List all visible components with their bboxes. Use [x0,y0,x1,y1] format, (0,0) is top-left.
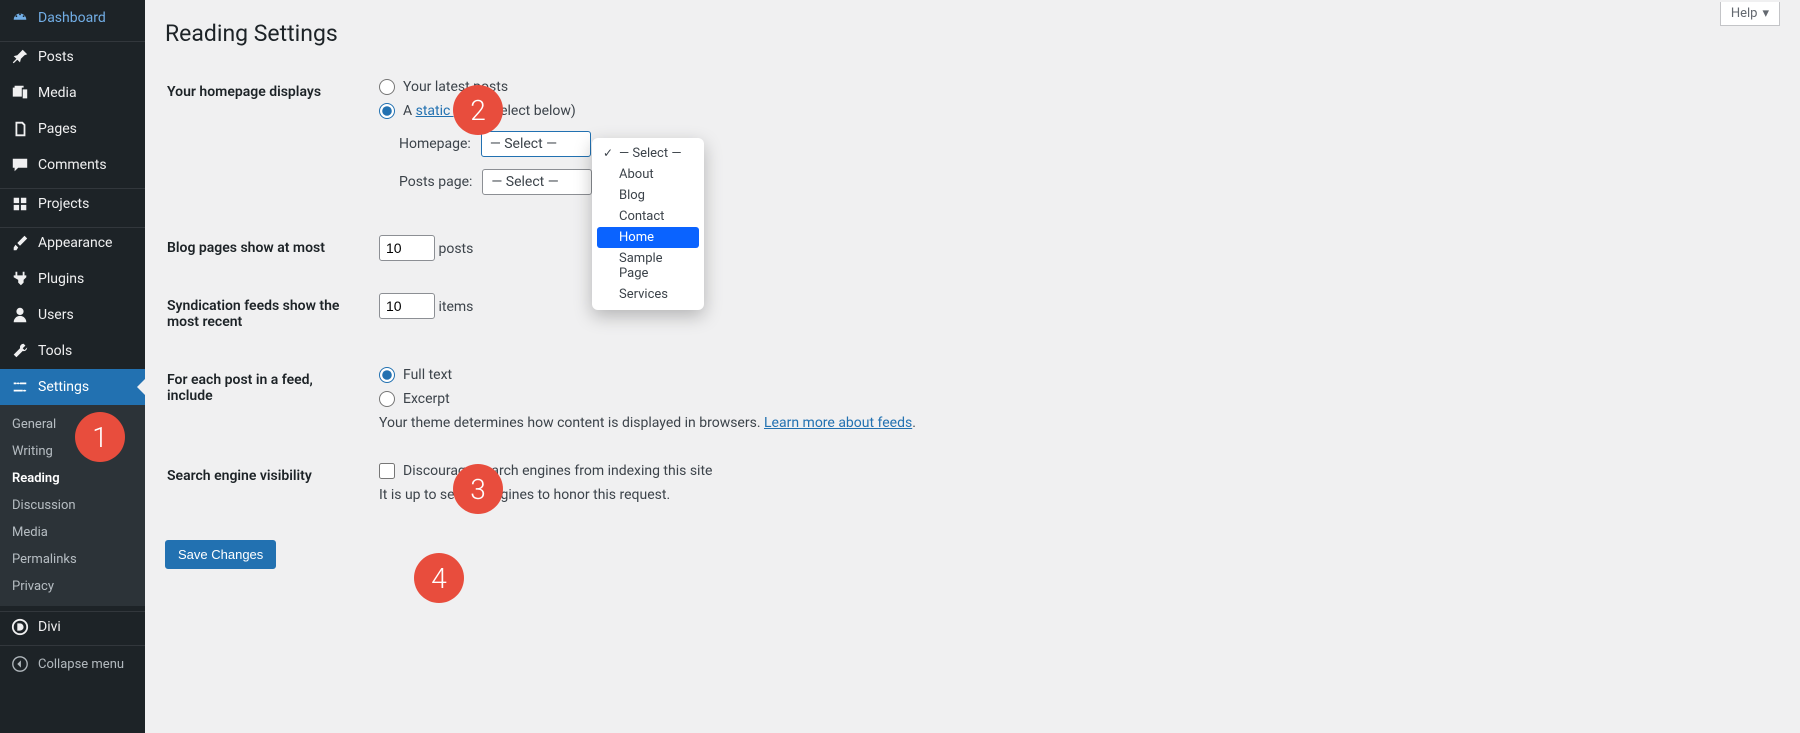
dropdown-option-select[interactable]: — Select — [597,143,699,164]
chevron-down-icon: ▾ [1762,6,1769,21]
sidebar-item-posts[interactable]: Posts [0,41,145,75]
radio-excerpt-label: Excerpt [403,391,450,407]
wrench-icon [10,341,30,361]
annotation-badge-1: 1 [75,412,125,462]
annotation-badge-2: 2 [453,85,503,135]
posts-page-select[interactable]: — Select — [482,169,592,195]
dropdown-option-services[interactable]: Services [597,284,699,305]
sidebar-item-label: Posts [38,49,74,65]
help-tab[interactable]: Help ▾ [1720,2,1780,26]
sidebar-item-users[interactable]: Users [0,297,145,333]
radio-static-page[interactable] [379,103,395,119]
feed-desc-suffix: . [912,415,916,431]
checkbox-discourage-search[interactable] [379,463,395,479]
sidebar-item-label: Settings [38,379,89,395]
annotation-badge-3: 3 [453,464,503,514]
blog-pages-heading: Blog pages show at most [167,220,367,276]
admin-sidebar: Dashboard Posts Media Pages Comments Pro… [0,0,145,733]
media-icon [10,83,30,103]
user-icon [10,305,30,325]
dropdown-option-about[interactable]: About [597,164,699,185]
sidebar-item-label: Projects [38,196,89,212]
feed-learn-more-link[interactable]: Learn more about feeds [764,415,912,431]
pages-icon [10,119,30,139]
syndication-unit: items [438,299,473,315]
collapse-icon [10,654,30,674]
search-visibility-heading: Search engine visibility [167,448,367,518]
sidebar-item-label: Dashboard [38,10,106,26]
sliders-icon [10,377,30,397]
sidebar-item-tools[interactable]: Tools [0,333,145,369]
dropdown-option-sample-page[interactable]: Sample Page [597,248,699,284]
submenu-media[interactable]: Media [0,519,145,546]
static-prefix: A [403,103,412,119]
save-changes-button[interactable]: Save Changes [165,540,276,569]
sidebar-item-settings[interactable]: Settings [0,369,145,405]
comment-icon [10,155,30,175]
dropdown-option-blog[interactable]: Blog [597,185,699,206]
blog-pages-input[interactable] [379,235,435,261]
annotation-badge-4: 4 [414,553,464,603]
sidebar-item-label: Comments [38,157,107,173]
homepage-dropdown-open: — Select — About Blog Contact Home Sampl… [592,138,704,310]
feed-desc-prefix: Your theme determines how content is dis… [379,415,761,431]
sidebar-item-plugins[interactable]: Plugins [0,261,145,297]
sidebar-item-label: Appearance [38,235,112,251]
dropdown-option-contact[interactable]: Contact [597,206,699,227]
sidebar-item-pages[interactable]: Pages [0,111,145,147]
submenu-privacy[interactable]: Privacy [0,573,145,600]
pin-icon [10,47,30,67]
submenu-reading[interactable]: Reading [0,465,145,492]
homepage-displays-heading: Your homepage displays [167,64,367,218]
sidebar-item-comments[interactable]: Comments [0,147,145,183]
projects-icon [10,194,30,214]
syndication-input[interactable] [379,293,435,319]
sidebar-item-label: Pages [38,121,77,137]
page-title: Reading Settings [165,0,1780,62]
sidebar-item-label: Users [38,307,74,323]
brush-icon [10,233,30,253]
submenu-discussion[interactable]: Discussion [0,492,145,519]
radio-excerpt[interactable] [379,391,395,407]
sidebar-item-dashboard[interactable]: Dashboard [0,0,145,36]
collapse-menu[interactable]: Collapse menu [0,645,145,682]
radio-full-text[interactable] [379,367,395,383]
checkbox-discourage-label: Discourage search engines from indexing … [403,463,712,479]
homepage-select[interactable]: — Select — [481,131,591,157]
feed-post-heading: For each post in a feed, include [167,352,367,446]
dashboard-icon [10,8,30,28]
search-desc: It is up to search engines to honor this… [379,487,1768,503]
blog-pages-unit: posts [438,241,473,257]
divi-icon [10,617,30,637]
submenu-permalinks[interactable]: Permalinks [0,546,145,573]
sidebar-item-label: Plugins [38,271,84,287]
help-label: Help [1731,6,1758,21]
sidebar-item-appearance[interactable]: Appearance [0,227,145,261]
sidebar-item-label: Divi [38,619,61,635]
posts-page-select-label: Posts page: [399,174,472,190]
dropdown-option-home[interactable]: Home [597,227,699,248]
sidebar-item-media[interactable]: Media [0,75,145,111]
sidebar-item-label: Media [38,85,77,101]
radio-latest-posts[interactable] [379,79,395,95]
syndication-heading: Syndication feeds show the most recent [167,278,367,350]
collapse-label: Collapse menu [38,657,124,672]
radio-full-text-label: Full text [403,367,452,383]
homepage-select-label: Homepage: [399,136,471,152]
plug-icon [10,269,30,289]
content-area: Help ▾ Reading Settings Your homepage di… [145,0,1800,733]
sidebar-item-projects[interactable]: Projects [0,188,145,222]
sidebar-item-divi[interactable]: Divi [0,611,145,645]
sidebar-item-label: Tools [38,343,72,359]
